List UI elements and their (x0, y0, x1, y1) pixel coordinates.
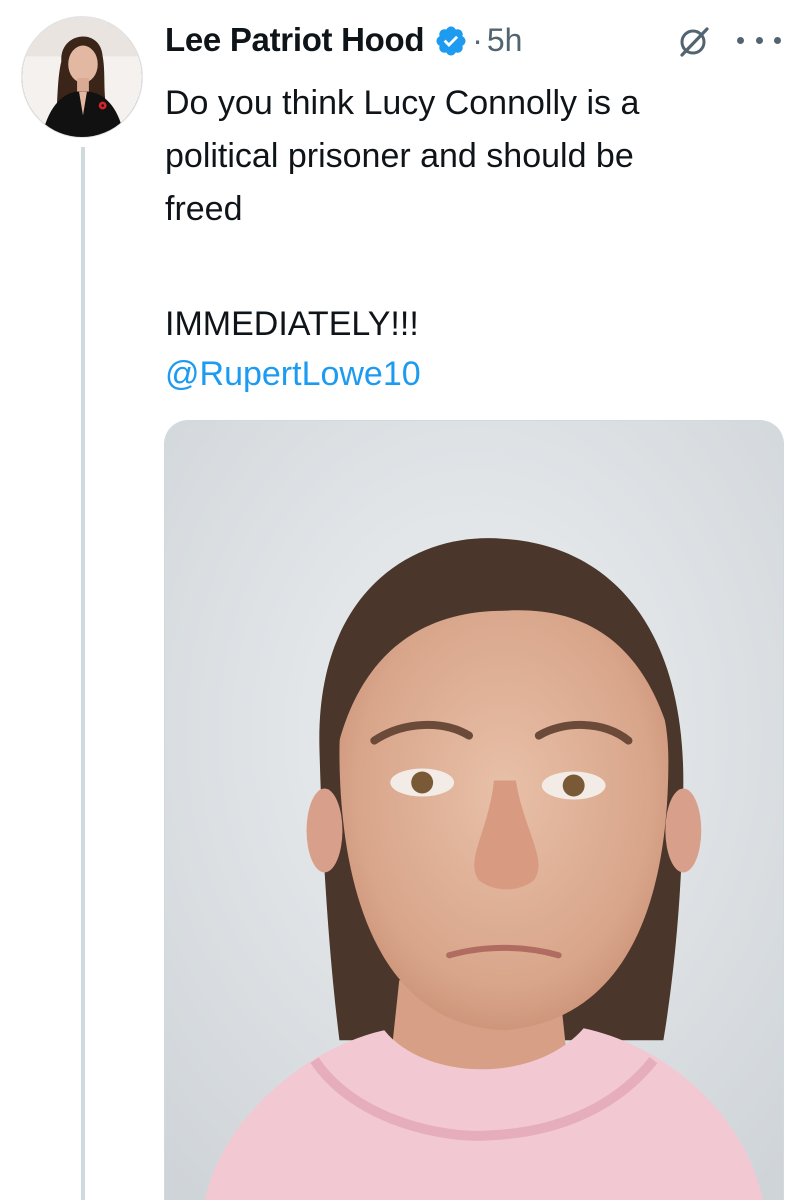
mention-link[interactable]: @RupertLowe10 (165, 348, 421, 401)
more-dot (774, 36, 781, 44)
grok-icon[interactable] (674, 22, 714, 62)
separator-dot: · (472, 21, 483, 58)
more-dot (755, 36, 763, 44)
more-options-icon[interactable] (737, 28, 781, 52)
post: Lee Patriot Hood · 5h Do you think Lucy … (0, 0, 806, 1200)
more-dot (737, 36, 744, 44)
post-text: Do you think Lucy Connolly is a politica… (165, 84, 640, 228)
verified-badge-icon[interactable] (434, 24, 468, 58)
post-timestamp[interactable]: 5h (487, 22, 523, 59)
post-image[interactable] (164, 420, 784, 1200)
post-emphasis-text: IMMEDIATELY!!! (165, 305, 419, 343)
post-header: Lee Patriot Hood · 5h (165, 14, 522, 66)
thread-line (81, 147, 85, 1200)
author-name[interactable]: Lee Patriot Hood (165, 21, 425, 59)
author-avatar[interactable] (21, 16, 143, 138)
